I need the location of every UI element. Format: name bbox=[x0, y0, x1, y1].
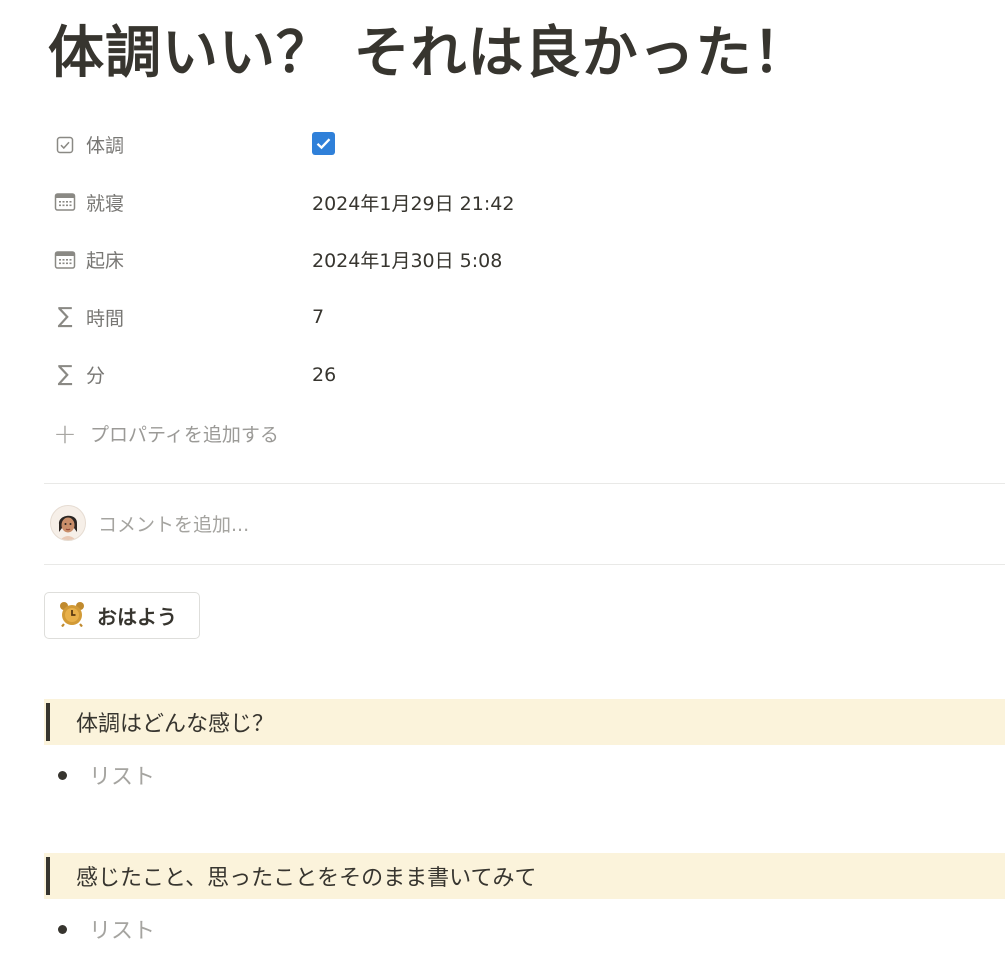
property-label: 起床 bbox=[86, 250, 125, 273]
properties-panel: 体調 就寝 2024年1月29日 21:42 起床 2024年1月30日 5:0… bbox=[44, 116, 1005, 404]
section-heading-text: 感じたこと、思ったことをそのまま書いてみて bbox=[76, 866, 537, 891]
page-title[interactable]: 体調いい？ それは良かった！ bbox=[48, 14, 810, 94]
property-row-bedtime: 就寝 2024年1月29日 21:42 bbox=[44, 174, 1005, 232]
checkmark-icon bbox=[316, 138, 331, 150]
property-row-hours: ∑ 時間 7 bbox=[44, 289, 1005, 347]
property-value-hours[interactable]: 7 bbox=[312, 306, 324, 328]
section-heading-text: 体調はどんな感じ？ bbox=[76, 712, 275, 737]
bullet-dot bbox=[58, 770, 67, 780]
quote-bar bbox=[46, 857, 50, 895]
list-item-placeholder: リスト bbox=[89, 919, 156, 944]
property-label: 就寝 bbox=[86, 192, 125, 215]
divider bbox=[44, 483, 1005, 484]
list-item[interactable]: リスト bbox=[58, 760, 155, 790]
calendar-icon bbox=[54, 249, 76, 271]
comment-row[interactable]: コメントを追加... bbox=[50, 504, 249, 542]
list-item-placeholder: リスト bbox=[89, 765, 156, 790]
property-name-hours[interactable]: ∑ 時間 bbox=[44, 289, 312, 347]
plus-icon: + bbox=[53, 416, 77, 450]
quote-bar bbox=[46, 703, 50, 741]
checkbox-property-icon bbox=[54, 134, 76, 156]
good-morning-label: おはよう bbox=[97, 605, 177, 629]
property-name-condition[interactable]: 体調 bbox=[44, 116, 312, 174]
comment-input[interactable]: コメントを追加... bbox=[98, 510, 249, 537]
checked-checkbox[interactable] bbox=[312, 132, 335, 156]
calendar-icon bbox=[54, 191, 76, 213]
list-item[interactable]: リスト bbox=[58, 914, 155, 944]
avatar bbox=[50, 505, 86, 541]
property-value-condition[interactable] bbox=[312, 132, 335, 157]
property-label: 分 bbox=[86, 365, 106, 388]
property-label: 時間 bbox=[86, 307, 125, 330]
section-heading-condition[interactable]: 体調はどんな感じ？ bbox=[44, 699, 1005, 745]
sigma-icon: ∑ bbox=[57, 304, 73, 330]
property-row-minutes: ∑ 分 26 bbox=[44, 346, 1005, 404]
add-property-label: プロパティを追加する bbox=[90, 423, 279, 446]
property-row-condition: 体調 bbox=[44, 116, 1005, 174]
property-name-wakeup[interactable]: 起床 bbox=[44, 231, 312, 289]
property-row-wakeup: 起床 2024年1月30日 5:08 bbox=[44, 231, 1005, 289]
property-value-bedtime[interactable]: 2024年1月29日 21:42 bbox=[312, 189, 514, 216]
property-name-bedtime[interactable]: 就寝 bbox=[44, 174, 312, 232]
property-value-wakeup[interactable]: 2024年1月30日 5:08 bbox=[312, 246, 502, 273]
property-label: 体調 bbox=[86, 135, 125, 158]
property-value-minutes[interactable]: 26 bbox=[312, 364, 336, 386]
bullet-dot bbox=[58, 924, 67, 934]
alarm-clock-icon bbox=[59, 601, 85, 631]
divider bbox=[44, 564, 1005, 565]
property-name-minutes[interactable]: ∑ 分 bbox=[44, 346, 312, 404]
good-morning-button[interactable]: おはよう bbox=[44, 592, 200, 639]
section-heading-feelings[interactable]: 感じたこと、思ったことをそのまま書いてみて bbox=[44, 853, 1005, 899]
sigma-icon: ∑ bbox=[57, 361, 73, 387]
add-property-button[interactable]: + プロパティを追加する bbox=[52, 416, 279, 450]
